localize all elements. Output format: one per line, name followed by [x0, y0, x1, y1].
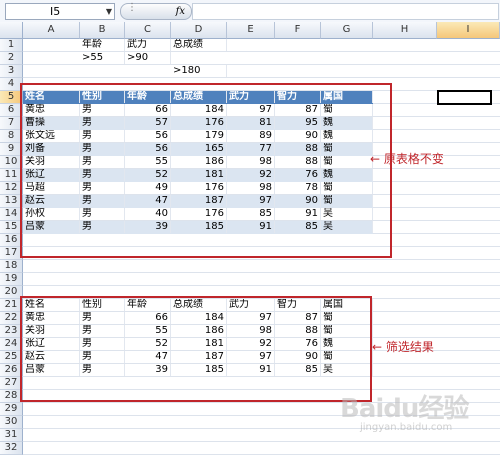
watermark-brand: Baidu经验: [340, 394, 469, 424]
row-header-29[interactable]: 29: [0, 403, 23, 416]
result-table-highlight: [20, 296, 372, 402]
watermark-url: jingyan.baidu.com: [360, 422, 453, 433]
arrow-left-icon: ←: [372, 340, 383, 354]
formula-input[interactable]: [192, 3, 499, 20]
row-header-3[interactable]: 3: [0, 65, 23, 78]
row-header-30[interactable]: 30: [0, 416, 23, 429]
criteria-cell[interactable]: 总成绩: [171, 39, 227, 51]
column-header-d[interactable]: D: [171, 22, 227, 39]
chevron-down-icon[interactable]: ▼: [106, 4, 112, 19]
arrow-left-icon: ←: [370, 152, 381, 166]
formula-bar: I5 ▼ ⋮ fx: [0, 0, 500, 23]
row-header-32[interactable]: 32: [0, 442, 23, 455]
column-header-i[interactable]: I: [437, 22, 500, 39]
column-header-e[interactable]: E: [227, 22, 275, 39]
criteria-cell[interactable]: >55: [80, 52, 125, 64]
row-header-2[interactable]: 2: [0, 52, 23, 65]
column-header-h[interactable]: H: [373, 22, 437, 39]
row-header-1[interactable]: 1: [0, 39, 23, 52]
formula-buttons: ⋮ fx: [120, 2, 192, 20]
baidu-watermark: Baidu经验 jingyan.baidu.com: [340, 388, 490, 443]
result-label: 筛选结果: [385, 340, 434, 354]
selected-cell-i5[interactable]: [437, 90, 492, 105]
column-header-a[interactable]: A: [23, 22, 80, 39]
original-label: 原表格不变: [383, 152, 444, 166]
column-header-b[interactable]: B: [80, 22, 125, 39]
original-table-highlight: [20, 83, 392, 258]
column-header-g[interactable]: G: [321, 22, 373, 39]
row-header-18[interactable]: 18: [0, 260, 23, 273]
grid-row: [23, 65, 500, 78]
grip-icon: ⋮: [127, 2, 137, 13]
grid-row: [23, 442, 500, 455]
row-header-31[interactable]: 31: [0, 429, 23, 442]
criteria-cell[interactable]: 年龄: [80, 39, 125, 51]
column-header-f[interactable]: F: [275, 22, 321, 39]
criteria-cell[interactable]: 武力: [125, 39, 171, 51]
column-header-c[interactable]: C: [125, 22, 171, 39]
insert-function-button[interactable]: fx: [176, 4, 185, 19]
row-header-19[interactable]: 19: [0, 273, 23, 286]
name-box[interactable]: I5 ▼: [5, 3, 115, 20]
criteria-cell[interactable]: >180: [171, 65, 227, 77]
original-table-annotation: ← 原表格不变: [370, 150, 444, 167]
select-all-corner[interactable]: [0, 22, 23, 39]
name-box-value: I5: [50, 5, 61, 18]
criteria-cell[interactable]: >90: [125, 52, 171, 64]
result-table-annotation: ← 筛选结果: [372, 338, 434, 355]
grid-row: [23, 273, 500, 286]
grid-row: [23, 260, 500, 273]
